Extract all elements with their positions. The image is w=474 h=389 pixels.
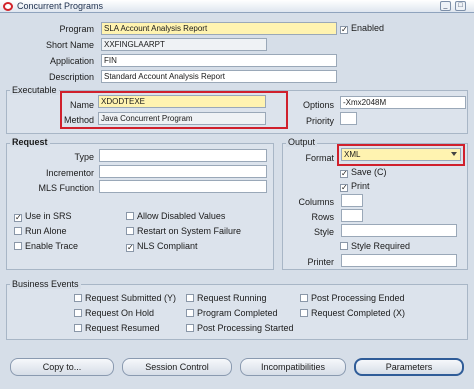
format-label: Format	[305, 153, 334, 163]
exec-name-label: Name	[69, 100, 94, 110]
print-checkbox[interactable]: ✓ Print	[340, 181, 370, 192]
type-field[interactable]	[99, 149, 267, 162]
short-name-field[interactable]: XXFINGLAARPT	[101, 38, 267, 51]
print-check-icon: ✓	[340, 183, 348, 192]
save-checkbox[interactable]: ✓ Save (C)	[340, 167, 387, 178]
event-request-on-hold[interactable]: Request On Hold	[74, 308, 154, 318]
enabled-checkbox[interactable]: ✓ Enabled	[340, 23, 384, 34]
mls-function-label: MLS Function	[38, 183, 94, 193]
copy-to-button[interactable]: Copy to...	[10, 358, 114, 376]
enabled-check-icon: ✓	[340, 25, 348, 34]
event-program-completed[interactable]: Program Completed	[186, 308, 278, 318]
parameters-button[interactable]: Parameters	[354, 358, 464, 376]
event-post-processing-ended[interactable]: Post Processing Ended	[300, 293, 405, 303]
short-name-label: Short Name	[45, 40, 94, 50]
nls-check-icon: ✓	[126, 243, 134, 252]
use-in-srs-check-icon: ✓	[14, 213, 22, 222]
executable-section-label: Executable	[10, 85, 59, 95]
columns-field[interactable]	[341, 194, 363, 207]
incompatibilities-button[interactable]: Incompatibilities	[240, 358, 346, 376]
rows-label: Rows	[311, 212, 334, 222]
event-request-running[interactable]: Request Running	[186, 293, 267, 303]
chevron-down-icon	[451, 152, 457, 156]
priority-field[interactable]	[340, 112, 357, 125]
incrementor-label: Incrementor	[45, 168, 94, 178]
exec-method-field[interactable]: Java Concurrent Program	[98, 112, 266, 125]
application-field[interactable]: FIN	[101, 54, 337, 67]
allow-disabled-checkbox[interactable]: Allow Disabled Values	[126, 211, 225, 221]
minimize-button[interactable]: _	[440, 1, 451, 11]
event-request-completed[interactable]: Request Completed (X)	[300, 308, 405, 318]
use-in-srs-checkbox[interactable]: ✓ Use in SRS	[14, 211, 72, 222]
program-label: Program	[59, 24, 94, 34]
request-section-label: Request	[10, 137, 50, 147]
exec-name-field[interactable]: XDODTEXE	[98, 95, 266, 108]
printer-label: Printer	[307, 257, 334, 267]
style-field[interactable]	[341, 224, 457, 237]
nls-compliant-checkbox[interactable]: ✓ NLS Compliant	[126, 241, 198, 252]
restart-checkbox[interactable]: Restart on System Failure	[126, 226, 241, 236]
options-label: Options	[302, 100, 334, 110]
columns-label: Columns	[298, 197, 334, 207]
application-label: Application	[49, 56, 94, 66]
printer-field[interactable]	[341, 254, 457, 267]
event-request-resumed[interactable]: Request Resumed	[74, 323, 160, 333]
style-label: Style	[313, 227, 334, 237]
incrementor-field[interactable]	[99, 165, 267, 178]
session-control-button[interactable]: Session Control	[122, 358, 232, 376]
rows-field[interactable]	[341, 209, 363, 222]
type-label: Type	[74, 152, 94, 162]
exec-method-label: Method	[63, 115, 94, 125]
save-check-icon: ✓	[340, 169, 348, 178]
run-alone-checkbox[interactable]: Run Alone	[14, 226, 67, 236]
business-events-label: Business Events	[10, 279, 81, 289]
event-post-processing-started[interactable]: Post Processing Started	[186, 323, 294, 333]
style-required-checkbox[interactable]: Style Required	[340, 241, 410, 251]
priority-label: Priority	[305, 116, 334, 126]
description-field[interactable]: Standard Account Analysis Report	[101, 70, 337, 83]
mls-function-field[interactable]	[99, 180, 267, 193]
event-request-submitted[interactable]: Request Submitted (Y)	[74, 293, 176, 303]
maximize-button[interactable]: □	[455, 1, 466, 11]
enable-trace-checkbox[interactable]: Enable Trace	[14, 241, 78, 251]
format-dropdown[interactable]: XML	[341, 148, 461, 161]
program-field[interactable]: SLA Account Analysis Report	[101, 22, 337, 35]
description-label: Description	[48, 72, 94, 82]
output-section-label: Output	[286, 137, 318, 147]
options-field[interactable]: -Xmx2048M	[340, 96, 466, 109]
title-bar: Concurrent Programs _ □	[0, 0, 474, 13]
oracle-logo-icon	[3, 2, 13, 11]
window-title: Concurrent Programs	[17, 1, 104, 11]
